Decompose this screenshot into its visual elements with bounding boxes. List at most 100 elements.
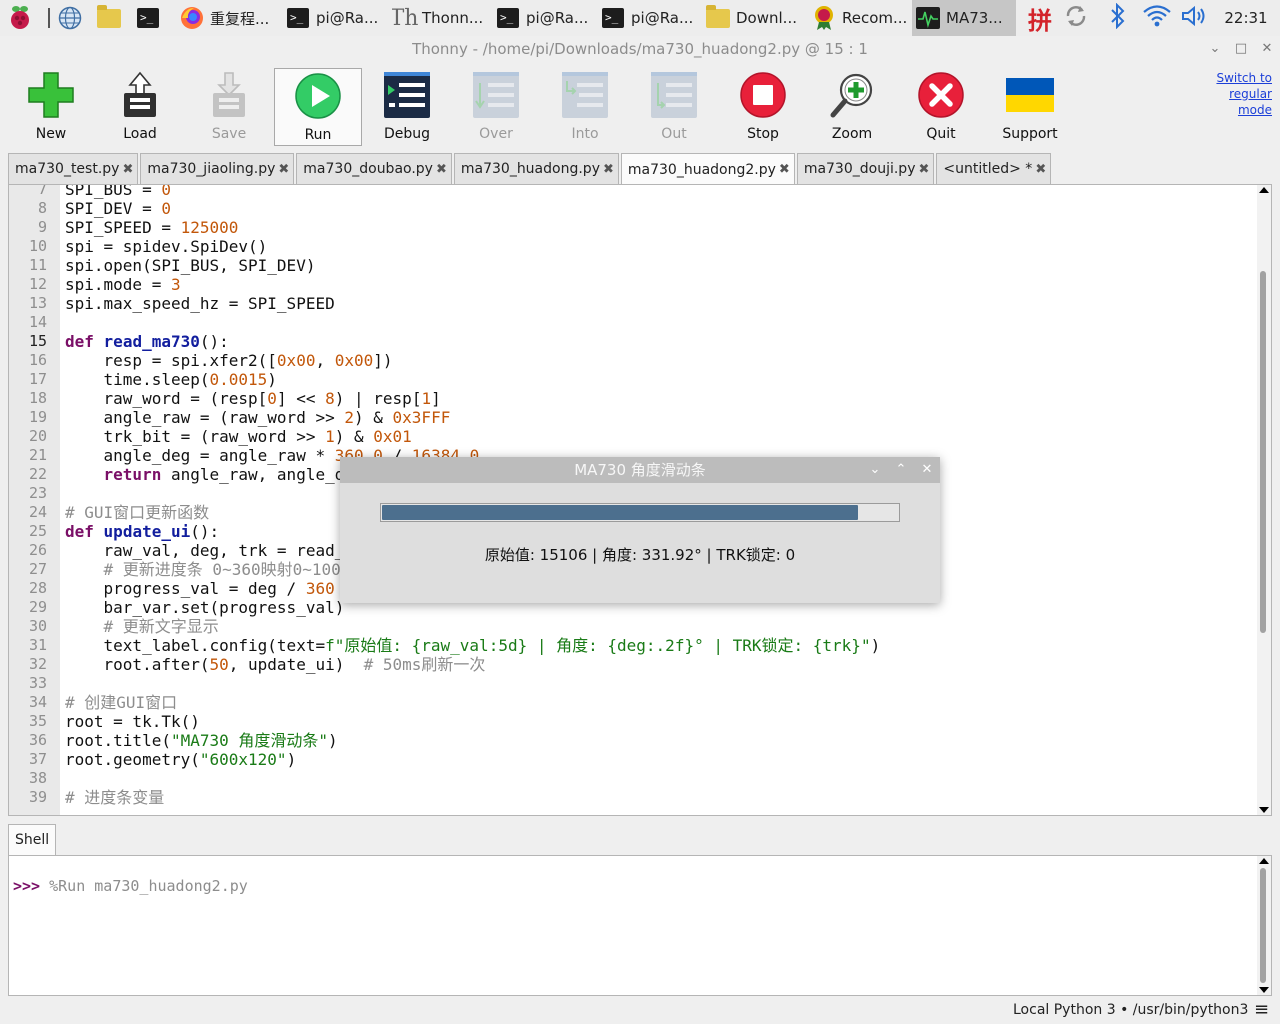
line-number: 30	[28, 617, 47, 635]
web-browser-launcher[interactable]	[58, 0, 90, 36]
taskbar-app-firefox[interactable]: 重复程...	[180, 0, 280, 36]
code-token: raw_word = (resp[	[65, 389, 268, 408]
wifi-tray-button[interactable]	[1140, 0, 1174, 36]
switch-to-regular-mode-link[interactable]: Switch to regular mode	[1212, 70, 1272, 118]
code-token: # 50ms刷新一次	[363, 655, 486, 674]
folder-icon	[97, 4, 121, 30]
clock[interactable]: 22:31	[1218, 0, 1274, 36]
step-over-button[interactable]: Over	[452, 68, 540, 146]
scroll-up-arrow-icon[interactable]	[1259, 187, 1269, 193]
tool-label: Load	[123, 126, 157, 142]
code-line: # GUI窗口更新函数	[65, 503, 209, 522]
taskbar-app-ma730-window[interactable]: MA73...	[912, 0, 1016, 36]
step-into-button[interactable]: Into	[541, 68, 629, 146]
code-token: root = tk.Tk()	[65, 712, 200, 731]
close-icon[interactable]: ✖	[278, 162, 289, 177]
popup-title: MA730 角度滑动条	[340, 457, 940, 483]
close-icon[interactable]: ✖	[1035, 162, 1046, 177]
editor-vertical-scrollbar[interactable]	[1257, 185, 1271, 815]
minimize-window-button[interactable]: ⌄	[1203, 36, 1227, 62]
scroll-down-arrow-icon[interactable]	[1259, 987, 1269, 993]
code-token: 2	[344, 408, 354, 427]
tab-label: ma730_douji.py	[803, 161, 916, 177]
code-token: )	[328, 731, 338, 750]
zoom-button[interactable]: Zoom	[808, 68, 896, 146]
taskbar-app-recommended-software[interactable]: Recom...	[812, 0, 912, 36]
bluetooth-tray-button[interactable]	[1104, 0, 1132, 36]
scrollbar-thumb[interactable]	[1260, 868, 1266, 983]
code-token: ) &	[354, 408, 393, 427]
quit-button[interactable]: Quit	[897, 68, 985, 146]
close-icon[interactable]: ✖	[436, 162, 447, 177]
popup-minimize-button[interactable]: ⌄	[862, 457, 888, 483]
tab-ma730-douji[interactable]: ma730_douji.py ✖	[796, 153, 935, 184]
step-out-button[interactable]: Out	[630, 68, 718, 146]
taskbar-app-downloads[interactable]: Downl...	[706, 0, 806, 36]
input-method-indicator[interactable]: 拼	[1024, 0, 1056, 36]
code-token: spi.open(SPI_BUS, SPI_DEV)	[65, 256, 316, 275]
taskbar-separator	[48, 0, 52, 36]
taskbar-app-terminal-2[interactable]: >_ pi@Ra...	[496, 0, 596, 36]
tool-label: Out	[661, 126, 687, 142]
line-number: 27	[28, 560, 47, 578]
scroll-up-arrow-icon[interactable]	[1259, 858, 1269, 864]
hamburger-menu-icon[interactable]: ≡	[1254, 999, 1269, 1020]
scroll-down-arrow-icon[interactable]	[1259, 807, 1269, 813]
code-token: bar_var.set(progress_val)	[65, 598, 345, 617]
step-over-icon	[471, 70, 521, 120]
ime-label: 拼	[1028, 6, 1052, 35]
close-icon[interactable]: ✖	[603, 162, 614, 177]
close-icon[interactable]: ✖	[918, 162, 929, 177]
support-button[interactable]: Support	[986, 68, 1074, 146]
popup-close-button[interactable]: ✕	[914, 457, 940, 483]
tab-shell[interactable]: Shell	[8, 824, 57, 856]
folder-icon	[706, 4, 730, 30]
tab-untitled[interactable]: <untitled> * ✖	[936, 153, 1052, 184]
volume-tray-button[interactable]	[1178, 0, 1212, 36]
shell-console[interactable]: >>> %Run ma730_huadong2.py	[8, 855, 1272, 996]
taskbar-app-terminal-3[interactable]: >_ pi@Ra...	[601, 0, 701, 36]
code-token: ) | resp[	[334, 389, 422, 408]
close-window-button[interactable]: ✕	[1255, 36, 1279, 62]
tab-ma730-huadong[interactable]: ma730_huadong.py ✖	[453, 153, 619, 184]
tab-ma730-jiaoling[interactable]: ma730_jiaoling.py ✖	[140, 153, 295, 184]
updater-tray-button[interactable]	[1060, 0, 1092, 36]
tab-ma730-test[interactable]: ma730_test.py ✖	[8, 153, 139, 184]
tab-ma730-huadong2[interactable]: ma730_huadong2.py ✖	[620, 153, 795, 185]
scrollbar-thumb[interactable]	[1260, 271, 1266, 633]
close-icon: ✕	[1261, 41, 1273, 56]
new-button[interactable]: New	[7, 68, 95, 146]
stop-icon	[738, 70, 788, 120]
code-token: SPI_DEV =	[65, 199, 162, 218]
tool-label: Debug	[383, 126, 431, 142]
taskbar-app-thonny[interactable]: Th Thonn...	[392, 0, 492, 36]
code-line: bar_var.set(progress_val)	[65, 598, 345, 617]
maximize-window-button[interactable]: □	[1229, 36, 1253, 62]
shell-vertical-scrollbar[interactable]	[1257, 856, 1271, 995]
debug-button[interactable]: Debug	[363, 68, 451, 146]
code-token: ():	[190, 522, 220, 541]
popup-maximize-button[interactable]: ⌃	[888, 457, 914, 483]
run-button[interactable]: Run	[274, 68, 362, 146]
line-number: 17	[28, 370, 47, 388]
terminal-launcher[interactable]: >_	[136, 0, 168, 36]
close-icon[interactable]: ✖	[779, 162, 790, 177]
tab-label: ma730_huadong2.py	[627, 161, 776, 178]
line-number: 32	[28, 655, 47, 673]
tool-label: Over	[479, 126, 513, 142]
close-icon[interactable]: ✖	[122, 162, 133, 177]
line-number: 20	[28, 427, 47, 445]
interpreter-selector[interactable]: Local Python 3 • /usr/bin/python3	[1013, 1002, 1248, 1018]
stop-button[interactable]: Stop	[719, 68, 807, 146]
tab-ma730-doubao[interactable]: ma730_doubao.py ✖	[296, 153, 452, 184]
code-token: spi.max_speed_hz = SPI_SPEED	[65, 294, 335, 313]
save-button[interactable]: Save	[185, 68, 273, 146]
load-button[interactable]: Load	[96, 68, 184, 146]
raspberry-menu-button[interactable]	[8, 0, 40, 36]
code-line: spi.mode = 3	[65, 275, 181, 294]
file-manager-launcher[interactable]	[97, 0, 129, 36]
line-number: 36	[28, 731, 47, 749]
taskbar-app-terminal-1[interactable]: >_ pi@Ra...	[286, 0, 386, 36]
code-token: read_ma730	[103, 332, 200, 351]
